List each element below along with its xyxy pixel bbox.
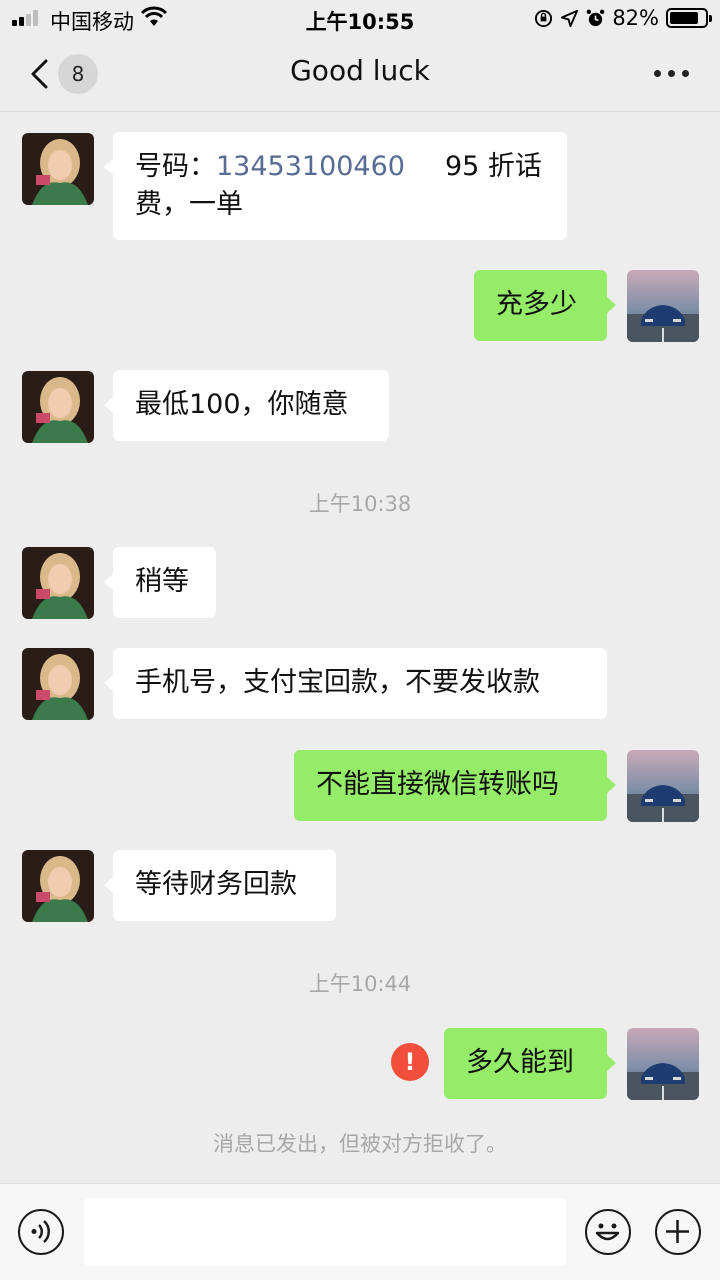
voice-icon (31, 1220, 50, 1243)
message-text: 稍等 (135, 566, 189, 597)
message-text: 费，一单 (135, 189, 243, 220)
my-avatar[interactable] (627, 1028, 699, 1100)
message-text: 等待财务回款 (135, 869, 297, 900)
message-text: 充多少 (496, 289, 577, 320)
my-avatar[interactable] (627, 270, 699, 342)
back-button[interactable]: 8 (22, 52, 102, 96)
location-icon (561, 9, 579, 27)
emoji-icon (595, 1223, 620, 1241)
message-text: 不能直接微信转账吗 (316, 769, 559, 800)
message-text: 95 折话 (444, 151, 542, 182)
message-input[interactable] (84, 1198, 566, 1266)
phone-number-link[interactable]: 13453100460 (216, 151, 405, 182)
timestamp: 上午10:38 (308, 492, 412, 516)
orientation-lock-icon (535, 9, 553, 27)
message-bubble-incoming[interactable]: 等待财务回款 (104, 850, 336, 921)
contact-avatar[interactable] (22, 648, 94, 720)
my-avatar[interactable] (627, 750, 699, 822)
emoji-button[interactable] (585, 1209, 631, 1255)
message-text: 最低100，你随意 (135, 389, 349, 420)
nav-bar: 8 Good luck (0, 36, 720, 112)
message-bubble-incoming[interactable]: 稍等 (104, 547, 216, 618)
chevron-left-icon (31, 59, 48, 89)
battery-icon (666, 8, 712, 28)
status-bar: 中国移动 上午10:55 82% (0, 0, 720, 36)
chat-title: Good luck (290, 54, 430, 87)
contact-avatar[interactable] (22, 850, 94, 922)
message-bubble-outgoing[interactable]: 多久能到 (444, 1028, 616, 1099)
message-bubble-incoming[interactable]: 号码：13453100460 95 折话 费，一单 (104, 132, 567, 240)
more-actions-button[interactable] (655, 1209, 701, 1255)
message-bubble-outgoing[interactable]: 不能直接微信转账吗 (294, 750, 616, 821)
plus-icon (666, 1220, 689, 1243)
message-bubble-outgoing[interactable]: 充多少 (474, 270, 616, 341)
rejected-notice: 消息已发出，但被对方拒收了。 (213, 1132, 507, 1156)
unread-badge: 8 (58, 54, 98, 94)
more-button[interactable] (652, 58, 692, 88)
alarm-icon (586, 9, 605, 26)
voice-button[interactable] (18, 1209, 64, 1255)
contact-avatar[interactable] (22, 371, 94, 443)
contact-avatar[interactable] (22, 133, 94, 205)
battery-percent: 82% (612, 6, 659, 30)
message-text: 多久能到 (466, 1047, 574, 1078)
contact-avatar[interactable] (22, 547, 94, 619)
message-bubble-incoming[interactable]: 手机号，支付宝回款，不要发收款 (104, 648, 607, 719)
input-bar (0, 1183, 720, 1280)
message-bubble-incoming[interactable]: 最低100，你随意 (104, 370, 389, 441)
timestamp: 上午10:44 (308, 972, 412, 996)
message-text: 手机号，支付宝回款，不要发收款 (135, 667, 540, 698)
phone-label: 号码： (135, 151, 216, 182)
send-failed-icon[interactable]: ! (391, 1043, 429, 1081)
